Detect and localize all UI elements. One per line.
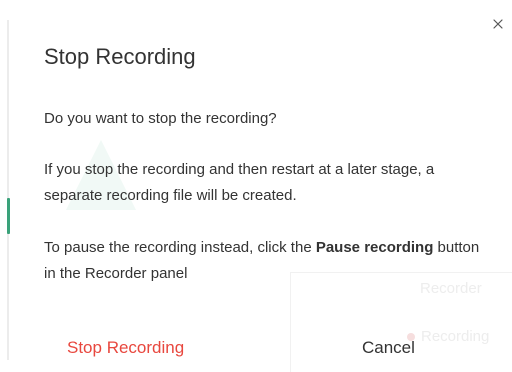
cancel-button[interactable]: Cancel bbox=[362, 338, 415, 358]
close-icon bbox=[493, 19, 503, 29]
stop-recording-dialog: Stop Recording Do you want to stop the r… bbox=[0, 0, 512, 372]
stop-recording-button[interactable]: Stop Recording bbox=[67, 338, 184, 358]
dialog-question: Do you want to stop the recording? bbox=[44, 110, 277, 127]
dialog-info: If you stop the recording and then resta… bbox=[44, 161, 435, 204]
dialog-title: Stop Recording bbox=[44, 44, 196, 69]
pause-hint: To pause the recording instead, click th… bbox=[44, 235, 484, 287]
app-window: Recorder Recording Stop Recording Do you… bbox=[0, 0, 512, 372]
pause-hint-emphasis: Pause recording bbox=[315, 239, 434, 256]
close-button[interactable] bbox=[490, 16, 506, 32]
pause-hint-prefix: To pause the recording instead, click th… bbox=[44, 239, 316, 256]
